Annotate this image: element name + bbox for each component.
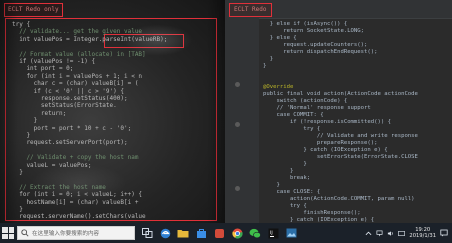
left-code-photo: ECLT Redo only try { // validate... get … [0,0,225,223]
task-view-icon[interactable] [140,226,154,240]
store-icon[interactable] [194,226,208,240]
code-line: } [263,63,267,69]
photo-icon[interactable] [284,226,298,240]
code-line: } [12,117,38,125]
code-line: } [12,132,31,139]
ide-gutter [225,18,259,223]
svg-text:IJ: IJ [270,230,273,236]
left-line-highlight-box [104,34,184,48]
network-icon[interactable] [376,230,383,237]
code-line: // validate... get the given value [12,28,143,36]
clock-date: 2019/1/31 [409,233,436,239]
system-tray: 19:20 2019/1/31 [365,225,448,241]
code-line: if (valuePos != -1) { [12,58,96,65]
gutter-fold-marker-icon [235,186,240,191]
code-line: char c = (char) valueB[i] = ( [12,80,139,88]
code-line: request.setServerPort(port); [12,139,128,147]
windows-logo-icon [2,227,8,233]
volume-icon[interactable] [387,230,394,237]
wechat-icon[interactable] [248,226,262,240]
gutter-override-marker-icon [235,82,240,87]
taskbar-search-box[interactable]: 在这里输入你要搜索的内容 [17,226,135,240]
folder-icon[interactable] [176,226,190,240]
code-line: int valuePos = Integer.parseInt(valueRB)… [12,35,168,43]
gutter-fold-marker-icon [235,122,240,127]
edge-icon[interactable] [158,226,172,240]
code-line: // Validate + copy the host nam [12,154,139,162]
code-line: hostName[i] = (char) valueB[i + [12,198,139,206]
app-icon[interactable] [212,226,226,240]
start-button[interactable] [2,227,14,239]
code-line: if (c < '0' || c > '9') { [12,87,124,95]
code-line: valueL = valuePos; [12,161,92,169]
input-method-icon[interactable] [398,230,406,237]
code-line: try { [12,21,31,28]
code-line: // Format value (allocate) in [TAB] [12,50,146,58]
windows-taskbar: 在这里输入你要搜索的内容 IJ 19:20 2019/1/31 [0,223,452,243]
taskbar-clock[interactable]: 19:20 2019/1/31 [409,227,436,239]
chevron-up-icon[interactable] [365,230,372,237]
code-line: } [12,169,23,176]
code-line: response.setStatus(400); [12,95,128,102]
code-line: return; [12,109,67,117]
ide-tab[interactable]: ECLT Redo [229,3,272,17]
code-line: int port = 0; [12,65,74,73]
code-line: for (int i = 0; i < valueL; i++) { [12,191,143,199]
ide-editor: ECLT Redo } else if (isAsync()) { return… [225,0,452,223]
code-line: return dispatchEndRequest(); [263,49,378,55]
intellij-icon[interactable]: IJ [266,226,280,240]
code-line: for (int i = valuePos + 1; i < n [12,72,143,80]
left-title-tag: ECLT Redo only [4,3,63,17]
code-line: } [12,206,23,213]
code-line: setStatus(ErrorState. [12,102,117,110]
taskbar-pinned-apps: IJ [140,226,298,240]
left-code-highlight-box [5,18,217,221]
code-line: // Extract the host name [12,183,106,191]
notification-icon[interactable] [440,229,448,237]
code-line: port = port * 10 + c - '0'; [12,124,132,132]
code-line: request.serverName().setChars(value [12,213,146,221]
chrome-icon[interactable] [230,226,244,240]
ide-tab-bar: ECLT Redo [225,0,452,19]
search-icon [21,229,29,237]
search-placeholder: 在这里输入你要搜索的内容 [32,231,100,237]
screenshot-root: ECLT Redo only try { // validate... get … [0,0,452,243]
